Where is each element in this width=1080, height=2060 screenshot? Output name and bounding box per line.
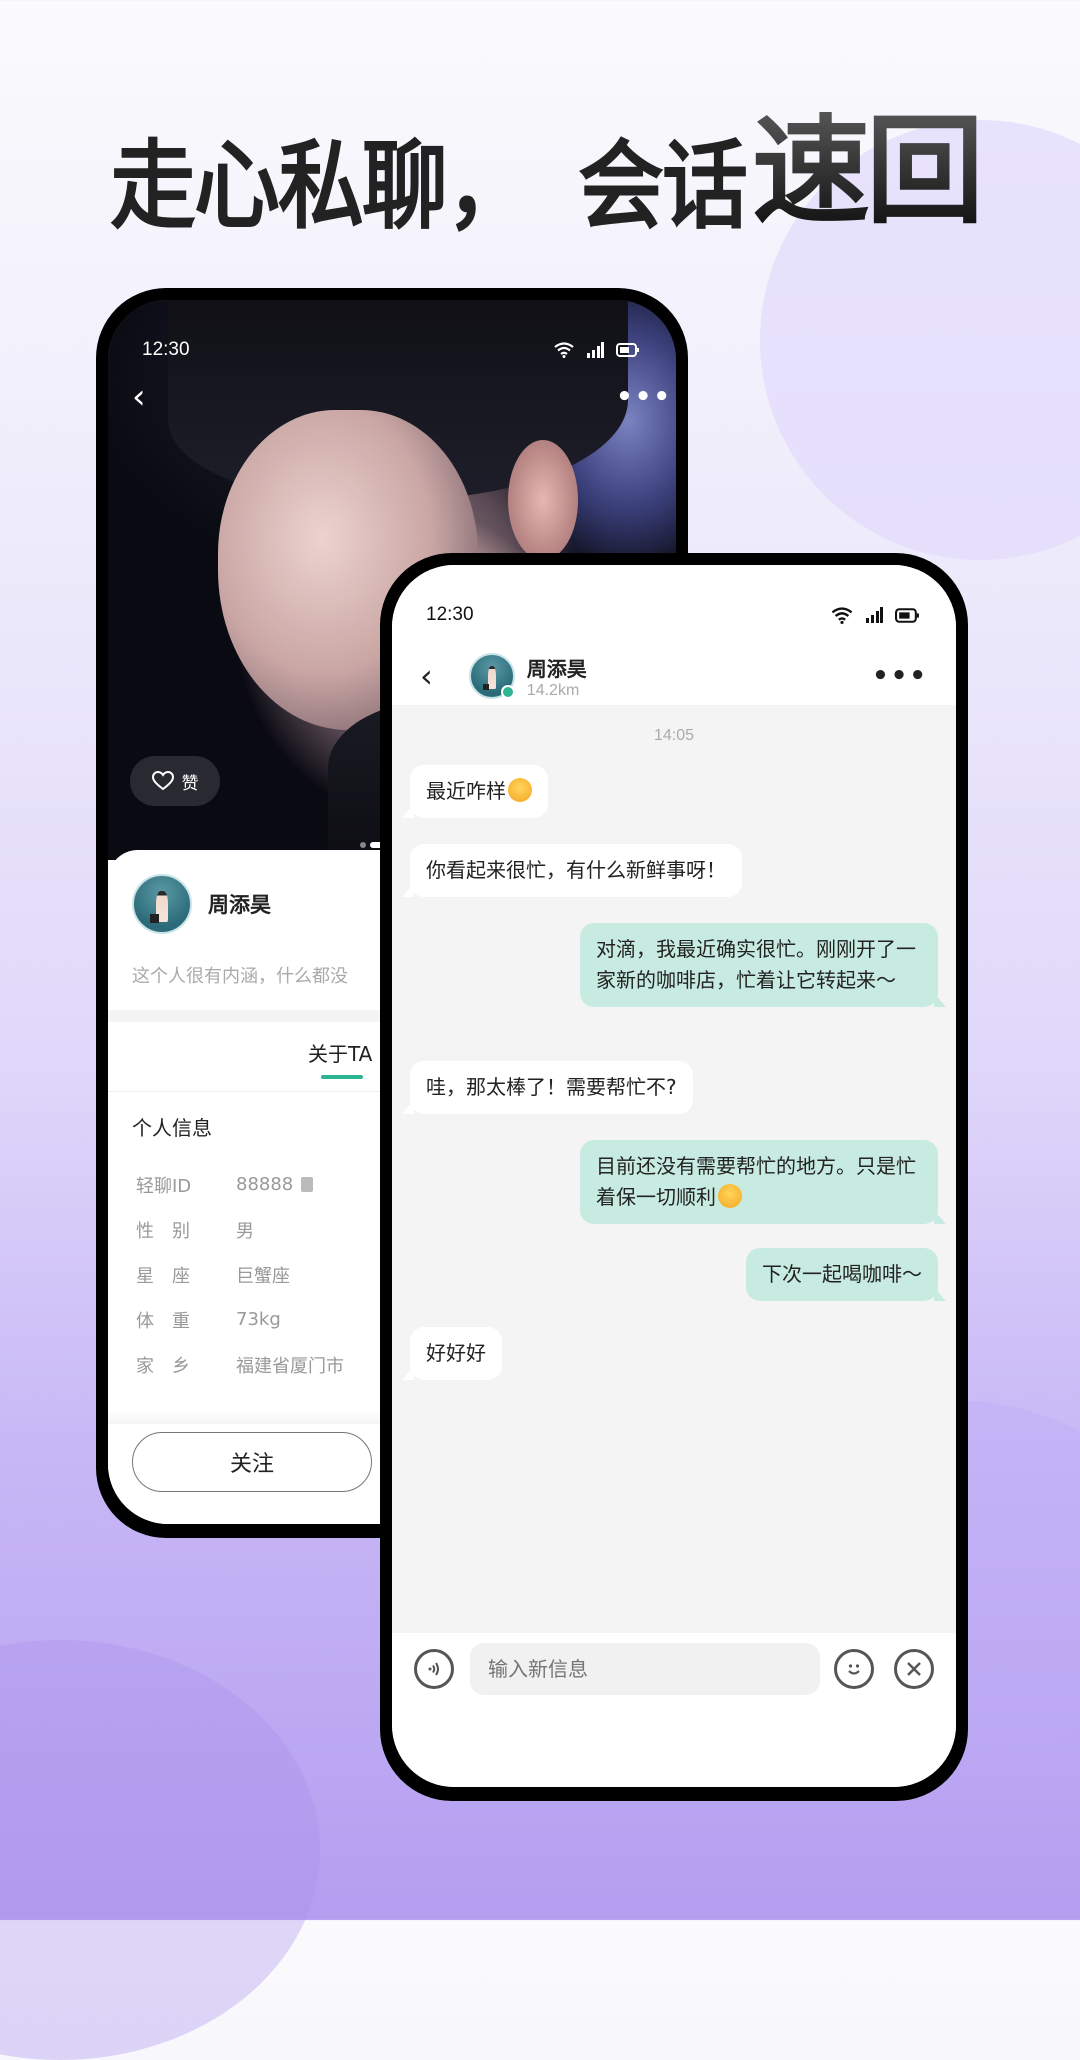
back-button[interactable]: ‹	[420, 660, 433, 692]
message-incoming[interactable]: 你看起来很忙，有什么新鲜事呀！	[402, 844, 742, 897]
message-outgoing[interactable]: 下次一起喝咖啡～	[746, 1248, 946, 1301]
contact-name: 周添昊	[526, 656, 587, 681]
info-key: 性 别	[136, 1220, 190, 1242]
message-text: 最近咋样	[426, 779, 506, 803]
message-outgoing[interactable]: 目前还没有需要帮忙的地方。只是忙着保一切顺利	[580, 1140, 946, 1224]
smiling-face-emoji-icon	[508, 778, 532, 802]
info-value: 巨蟹座	[236, 1265, 290, 1287]
background-blob	[0, 1640, 320, 2060]
headline-emphasis: 速回	[752, 102, 984, 240]
message-incoming[interactable]: 好好好	[402, 1327, 502, 1380]
emoji-button[interactable]	[834, 1649, 874, 1689]
more-options-button[interactable]: •••	[872, 663, 928, 689]
message-incoming[interactable]: 哇，那太棒了！需要帮忙不?	[402, 1061, 693, 1114]
info-value: 福建省厦门市	[236, 1355, 344, 1377]
like-label: 赞	[181, 773, 199, 794]
signal-icon	[866, 607, 883, 623]
info-value: 73kg	[236, 1309, 281, 1330]
close-button[interactable]	[894, 1649, 934, 1689]
message-text: 目前还没有需要帮忙的地方。只是忙着保一切顺利	[596, 1154, 916, 1209]
avatar[interactable]	[132, 874, 192, 934]
copy-icon[interactable]	[301, 1177, 314, 1192]
chat-screen: 12:30 ‹ 周添昊 14.2km ••• 14:05 最近咋样 你看起来很忙…	[392, 565, 956, 1787]
info-row-gender: 性 别 男	[136, 1207, 344, 1252]
profile-name: 周添昊	[208, 893, 271, 917]
voice-icon	[428, 1662, 439, 1676]
wifi-icon	[831, 606, 853, 624]
status-bar: 12:30	[392, 585, 956, 645]
tab-indicator	[321, 1075, 363, 1079]
message-text: 你看起来很忙，有什么新鲜事呀！	[426, 858, 726, 882]
profile-nav: ‹ •••	[132, 380, 672, 414]
signal-icon	[587, 342, 604, 358]
contact-info[interactable]: 周添昊 14.2km	[468, 653, 587, 700]
battery-icon	[616, 343, 639, 357]
chat-phone-frame: 12:30 ‹ 周添昊 14.2km ••• 14:05 最近咋样 你看起来很忙…	[380, 553, 968, 1801]
more-options-button[interactable]: •••	[616, 384, 672, 410]
message-text: 哇，那太棒了！需要帮忙不?	[426, 1075, 677, 1099]
contact-distance: 14.2km	[526, 681, 580, 699]
tab-about[interactable]: 关于TA	[308, 1038, 372, 1067]
profile-bio: 这个人很有内涵，什么都没	[132, 966, 348, 987]
chat-nav: ‹ 周添昊 14.2km •••	[392, 649, 956, 703]
section-title: 个人信息	[132, 1116, 212, 1140]
info-key: 星 座	[136, 1265, 190, 1287]
heart-icon	[151, 771, 174, 791]
info-key: 体 重	[136, 1310, 190, 1332]
info-row-weight: 体 重 73kg	[136, 1297, 344, 1342]
follow-button[interactable]: 关注	[132, 1432, 372, 1492]
info-value: 男	[236, 1220, 254, 1242]
close-icon	[907, 1662, 921, 1676]
like-button[interactable]: 赞	[130, 756, 220, 806]
battery-icon	[895, 607, 919, 623]
message-outgoing[interactable]: 对滴，我最近确实很忙。刚刚开了一家新的咖啡店，忙着让它转起来～	[580, 923, 946, 1007]
photo-ear	[508, 440, 578, 560]
voice-input-button[interactable]	[414, 1649, 454, 1689]
online-indicator	[500, 685, 515, 699]
info-key: 轻聊ID	[136, 1175, 192, 1197]
message-text: 下次一起喝咖啡～	[762, 1262, 922, 1286]
info-list: 轻聊ID 88888 性 别 男 星 座 巨蟹座 体 重 73kg 家 乡 福建…	[136, 1162, 344, 1387]
crying-face-emoji-icon	[718, 1184, 742, 1208]
info-key: 家 乡	[136, 1355, 190, 1377]
chat-header: 12:30 ‹ 周添昊 14.2km •••	[392, 565, 956, 705]
info-row-hometown: 家 乡 福建省厦门市	[136, 1342, 344, 1387]
message-input[interactable]	[470, 1643, 820, 1695]
message-input-bar	[392, 1633, 956, 1787]
message-incoming[interactable]: 最近咋样	[402, 765, 548, 818]
message-text: 好好好	[426, 1341, 486, 1365]
profile-header: 周添昊	[132, 874, 271, 934]
wifi-icon	[554, 342, 574, 358]
back-button[interactable]: ‹	[132, 380, 146, 414]
status-time: 12:30	[142, 339, 190, 360]
message-text: 对滴，我最近确实很忙。刚刚开了一家新的咖啡店，忙着让它转起来～	[596, 937, 916, 992]
info-row-id: 轻聊ID 88888	[136, 1162, 344, 1207]
info-value: 88888	[236, 1174, 294, 1195]
smiley-icon	[848, 1664, 860, 1675]
pager-dot[interactable]	[360, 842, 366, 848]
headline: 走心私聊， 会话 速回	[110, 100, 984, 240]
status-time: 12:30	[426, 604, 474, 625]
message-timestamp: 14:05	[653, 727, 695, 744]
contact-avatar[interactable]	[468, 653, 515, 699]
headline-part-2: 会话	[578, 131, 748, 243]
headline-part-1: 走心私聊，	[110, 131, 532, 243]
status-bar: 12:30	[108, 320, 676, 380]
info-row-zodiac: 星 座 巨蟹座	[136, 1252, 344, 1297]
